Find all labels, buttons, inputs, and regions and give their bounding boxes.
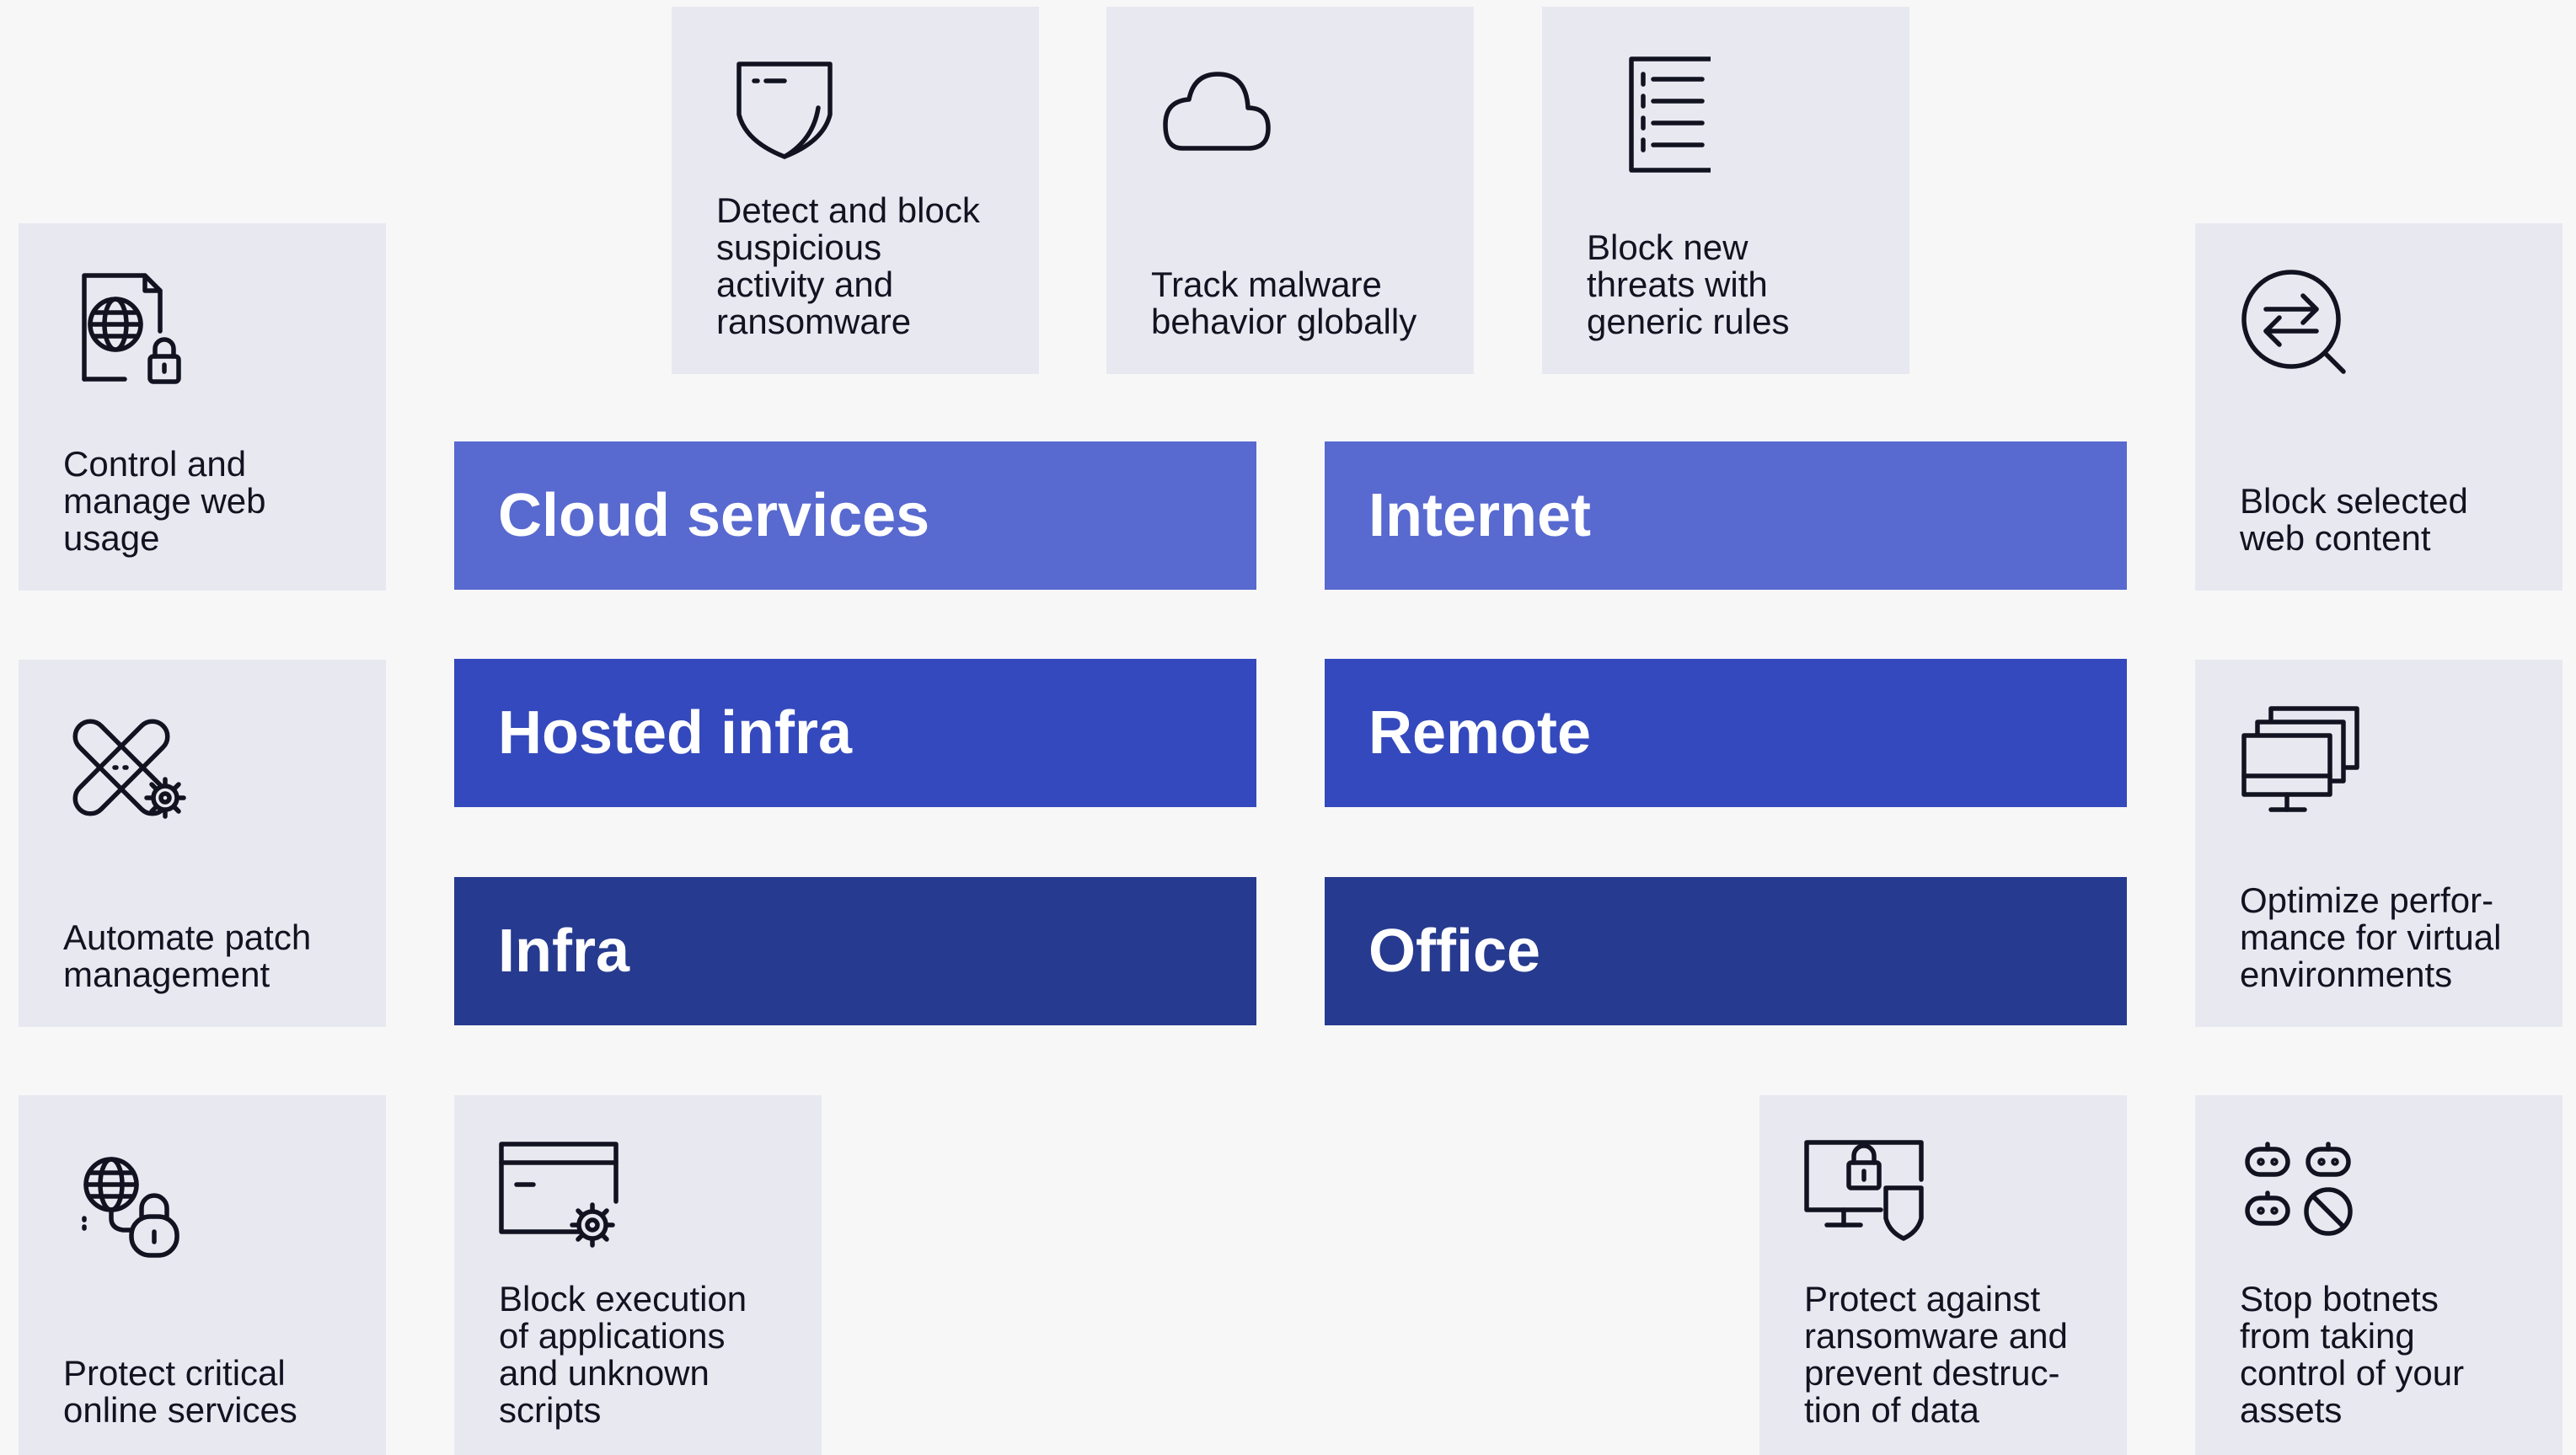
robots-blocked-icon: [2237, 1137, 2364, 1264]
card-virtual-environments: Optimize perfor- mance for virtual envir…: [2195, 660, 2563, 1027]
card-label: Optimize perfor- mance for virtual envir…: [2240, 880, 2502, 994]
card-label: Block new threats with generic rules: [1587, 227, 1790, 341]
card-online-services: Protect critical online services: [19, 1095, 386, 1455]
card-label: Protect critical online services: [63, 1353, 297, 1430]
card-label: Automate patch management: [63, 917, 312, 994]
card-label: Stop botnets from taking control of your…: [2240, 1279, 2465, 1430]
band-infra: Infra: [454, 877, 1256, 1025]
card-generic-rules: Block new threats with generic rules: [1542, 7, 1909, 374]
bandage-gear-icon: [61, 702, 187, 828]
multiple-monitors-icon: [2237, 702, 2364, 828]
card-block-execution: Block execution of applications and unkn…: [454, 1095, 822, 1455]
card-detect-block: Detect and block suspicious activity and…: [672, 7, 1039, 374]
window-gear-icon: [496, 1137, 623, 1264]
web-lock-document-icon: [61, 265, 187, 392]
card-label: Block selected web content: [2240, 481, 2468, 558]
cloud-icon: [1149, 49, 1275, 175]
search-exchange-icon: [2237, 265, 2364, 392]
security-coverage-diagram: Detect and block suspicious activity and…: [0, 0, 2576, 1455]
monitor-lock-shield-icon: [1802, 1137, 1928, 1264]
band-office: Office: [1325, 877, 2127, 1025]
band-internet: Internet: [1325, 441, 2127, 590]
checklist-icon: [1584, 49, 1711, 175]
shield-icon: [714, 49, 840, 175]
card-label: Protect against ransomware and prevent d…: [1804, 1279, 2068, 1430]
card-label: Track malware behavior globally: [1151, 265, 1417, 341]
card-label: Control and manage web usage: [63, 444, 266, 558]
card-track-malware: Track malware behavior globally: [1106, 7, 1474, 374]
band-cloud-services: Cloud services: [454, 441, 1256, 590]
card-protect-ransomware: Protect against ransomware and prevent d…: [1759, 1095, 2127, 1455]
card-label: Detect and block suspicious activity and…: [716, 190, 980, 341]
card-label: Block execution of applications and unkn…: [499, 1279, 747, 1430]
card-stop-botnets: Stop botnets from taking control of your…: [2195, 1095, 2563, 1455]
band-hosted-infra: Hosted infra: [454, 659, 1256, 807]
band-remote: Remote: [1325, 659, 2127, 807]
card-web-usage: Control and manage web usage: [19, 223, 386, 591]
card-web-content: Block selected web content: [2195, 223, 2563, 591]
card-patch-management: Automate patch management: [19, 660, 386, 1027]
globe-lock-icon: [61, 1137, 187, 1264]
